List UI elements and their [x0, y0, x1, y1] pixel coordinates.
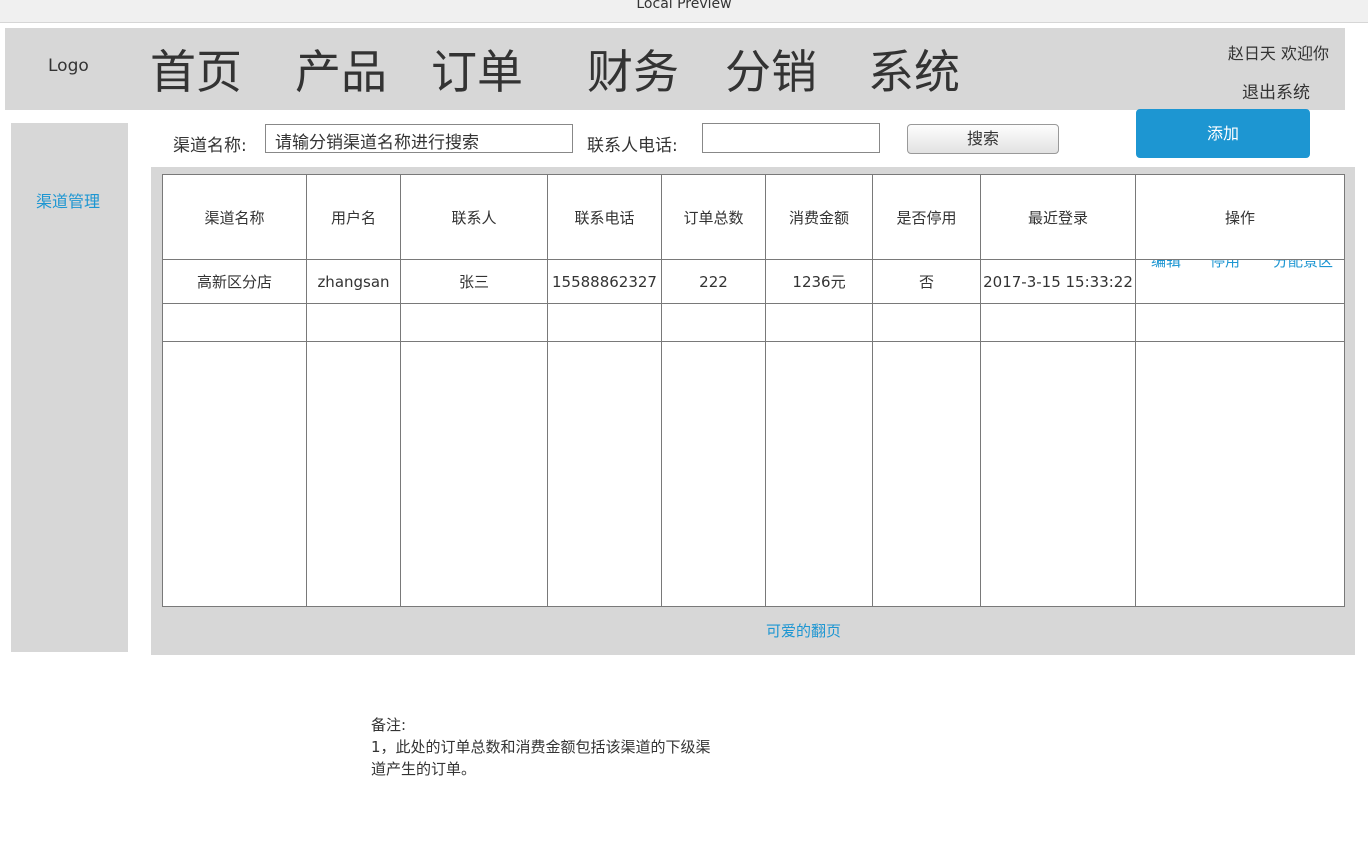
add-button[interactable]: 添加 [1136, 109, 1310, 158]
contact-phone-label: 联系人电话: [587, 136, 678, 156]
sidebar: 渠道管理 [11, 123, 128, 652]
column-header: 是否停用 [872, 174, 981, 260]
window-title: Local Preview [636, 0, 732, 12]
cell-username: zhangsan [306, 259, 401, 304]
note-line: 道产生的订单。 [371, 760, 477, 778]
channel-name-label: 渠道名称: [173, 136, 247, 156]
column-header: 订单总数 [661, 174, 766, 260]
cell-last-login: 2017-3-15 15:33:22 [980, 259, 1136, 304]
nav-distribution[interactable]: 分销 [725, 42, 817, 102]
cell-phone: 15588862327 [547, 259, 662, 304]
cell-actions: 编辑 停用 分配景区 [1135, 259, 1345, 304]
sidebar-item-channel-management[interactable]: 渠道管理 [36, 188, 100, 212]
cell-amount: 1236元 [765, 259, 873, 304]
table-header-row: 渠道名称 用户名 联系人 联系电话 订单总数 消费金额 是否停用 最近登录 操作 [162, 174, 1345, 260]
nav-finance[interactable]: 财务 [587, 42, 679, 102]
edit-link[interactable]: 编辑 [1151, 261, 1181, 272]
user-greeting: 赵日天 欢迎你 [1227, 44, 1329, 63]
column-header: 用户名 [306, 174, 401, 260]
content-panel: 渠道名称 用户名 联系人 联系电话 订单总数 消费金额 是否停用 最近登录 操作… [151, 167, 1355, 655]
table-row [162, 341, 1345, 607]
top-header: Logo 首页 产品 订单 财务 分销 系统 赵日天 欢迎你 退出系统 [5, 28, 1345, 110]
window-titlebar: Local Preview [0, 0, 1368, 23]
nav-home[interactable]: 首页 [150, 42, 242, 102]
column-header: 联系人 [400, 174, 548, 260]
column-header: 最近登录 [980, 174, 1136, 260]
logout-link[interactable]: 退出系统 [1242, 78, 1310, 103]
table-row: 高新区分店 zhangsan 张三 15588862327 222 1236元 … [162, 259, 1345, 304]
table-row [162, 303, 1345, 342]
nav-orders[interactable]: 订单 [431, 42, 523, 102]
cell-channel-name: 高新区分店 [162, 259, 307, 304]
contact-phone-input[interactable] [702, 123, 880, 153]
channel-table: 渠道名称 用户名 联系人 联系电话 订单总数 消费金额 是否停用 最近登录 操作… [162, 174, 1345, 607]
logo: Logo [48, 56, 89, 76]
search-button[interactable]: 搜索 [907, 124, 1059, 154]
disable-link[interactable]: 停用 [1210, 261, 1240, 272]
channel-name-input[interactable]: 请输分销渠道名称进行搜索 [265, 124, 573, 153]
pagination-link[interactable]: 可爱的翻页 [766, 620, 841, 641]
remark-note: 备注: 1，此处的订单总数和消费金额包括该渠道的下级渠 道产生的订单。 [371, 714, 711, 780]
cell-disabled: 否 [872, 259, 981, 304]
nav-products[interactable]: 产品 [295, 42, 387, 102]
cell-order-count: 222 [661, 259, 766, 304]
column-header: 操作 [1135, 174, 1345, 260]
column-header: 联系电话 [547, 174, 662, 260]
column-header: 消费金额 [765, 174, 873, 260]
nav-system[interactable]: 系统 [868, 42, 960, 102]
cell-contact: 张三 [400, 259, 548, 304]
note-line: 1，此处的订单总数和消费金额包括该渠道的下级渠 [371, 738, 711, 756]
note-title: 备注: [371, 716, 407, 734]
assign-scenic-area-link[interactable]: 分配景区 [1273, 261, 1333, 272]
column-header: 渠道名称 [162, 174, 307, 260]
